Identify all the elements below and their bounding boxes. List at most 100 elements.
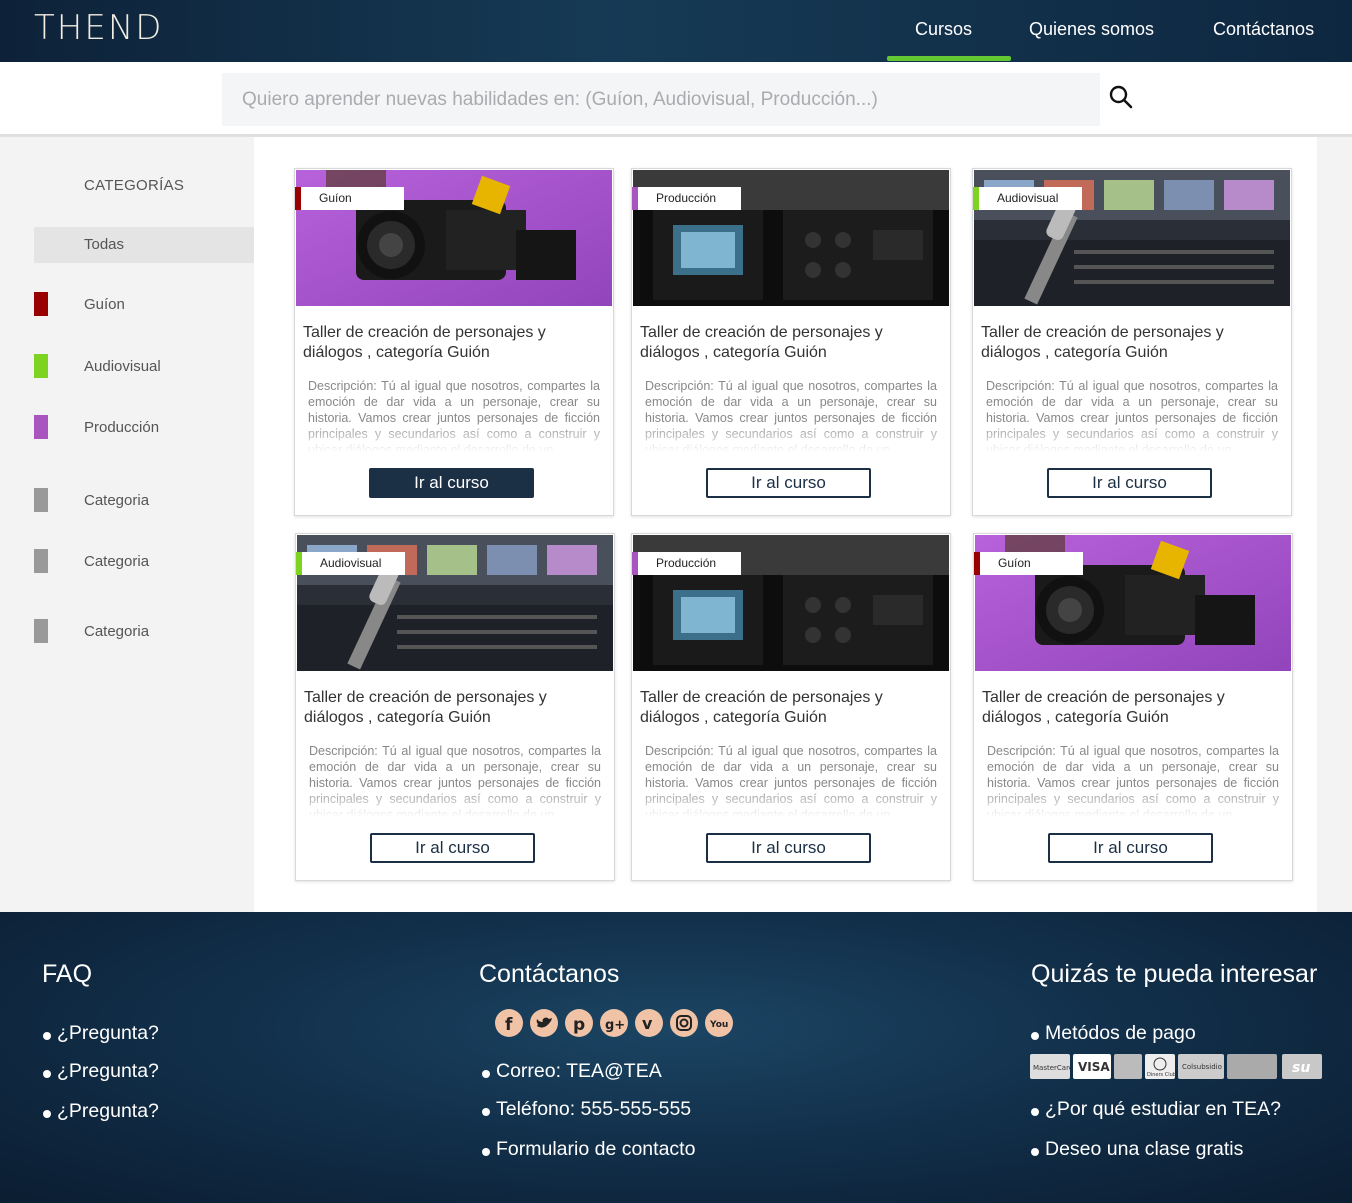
category-color-swatch — [34, 415, 48, 439]
go-to-course-button[interactable]: Ir al curso — [370, 833, 535, 863]
category-label: Categoria — [84, 623, 150, 640]
twitter-icon[interactable] — [530, 1009, 558, 1037]
course-card[interactable]: Guíon Taller de creación de personajes y … — [973, 533, 1293, 881]
contact-title: Contáctanos — [479, 960, 620, 988]
svg-text:p: p — [573, 1015, 585, 1035]
interest-title: Quizás te pueda interesar — [1031, 960, 1318, 988]
category-color-swatch — [34, 354, 48, 378]
category-guion[interactable]: Guíon — [0, 292, 254, 328]
category-tag-color — [632, 552, 638, 575]
category-tag: Guíon — [974, 552, 1083, 575]
codensa-logo — [1227, 1054, 1277, 1079]
visa-logo: VISA — [1073, 1054, 1111, 1079]
course-title[interactable]: Taller de creación de personajes y diálo… — [303, 323, 603, 363]
svg-text:v: v — [642, 1014, 653, 1033]
course-title[interactable]: Taller de creación de personajes y diálo… — [304, 688, 604, 728]
contact-form-link[interactable]: Formulario de contacto — [481, 1138, 695, 1161]
faq-title: FAQ — [42, 960, 93, 988]
course-title[interactable]: Taller de creación de personajes y diálo… — [982, 688, 1282, 728]
why-study-link[interactable]: ¿Por qué estudiar en TEA? — [1031, 1098, 1281, 1121]
category-sidebar: CATEGORÍAS Todas Guíon Audiovisual Produ… — [0, 137, 254, 912]
category-tag-color — [974, 552, 980, 575]
nav-quienes-somos[interactable]: Quienes somos — [1029, 19, 1154, 40]
contact-email[interactable]: Correo: TEA@TEA — [482, 1060, 662, 1083]
category-label: Producción — [84, 419, 160, 436]
go-to-course-button[interactable]: Ir al curso — [706, 468, 871, 498]
category-color-swatch — [34, 488, 48, 512]
faq-item[interactable]: ¿Pregunta? — [43, 1100, 159, 1123]
svg-text:su: su — [1292, 1060, 1310, 1076]
course-card[interactable]: Guíon Taller de creación de personajes y … — [294, 168, 614, 516]
contact-phone[interactable]: Teléfono: 555-555-555 — [481, 1098, 691, 1121]
google-plus-icon[interactable]: g+ — [600, 1009, 628, 1037]
course-card[interactable]: Producción Taller de creación de personaj… — [631, 533, 951, 881]
course-description: Descripción: Tú al igual que nosotros, c… — [987, 744, 1279, 817]
logo[interactable]: THEND — [34, 8, 163, 48]
category-audiovisual[interactable]: Audiovisual — [0, 354, 254, 390]
category-label: Categoria — [84, 553, 150, 570]
category-generic-3[interactable]: Categoria — [0, 619, 254, 655]
category-todas[interactable]: Todas — [34, 227, 254, 263]
facebook-icon[interactable]: f — [495, 1009, 523, 1037]
svg-text:f: f — [505, 1015, 513, 1035]
category-color-swatch — [34, 619, 48, 643]
nav-contactanos[interactable]: Contáctanos — [1213, 19, 1314, 40]
go-to-course-button[interactable]: Ir al curso — [369, 468, 534, 498]
go-to-course-button[interactable]: Ir al curso — [1047, 468, 1212, 498]
search-bar — [0, 62, 1352, 137]
category-produccion[interactable]: Producción — [0, 415, 254, 451]
nav-active-indicator — [887, 56, 1011, 61]
pinterest-icon[interactable]: p — [565, 1009, 593, 1037]
youtube-icon[interactable]: You — [705, 1009, 733, 1037]
search-input[interactable] — [222, 73, 1100, 126]
search-icon[interactable] — [1108, 84, 1134, 110]
course-title[interactable]: Taller de creación de personajes y diálo… — [640, 323, 940, 363]
category-generic-1[interactable]: Categoria — [0, 488, 254, 524]
category-tag-color — [973, 187, 979, 210]
category-tag-color — [295, 187, 301, 210]
category-tag-label: Audiovisual — [997, 191, 1059, 205]
course-title[interactable]: Taller de creación de personajes y diálo… — [640, 688, 940, 728]
go-to-course-button[interactable]: Ir al curso — [706, 833, 871, 863]
course-description: Descripción: Tú al igual que nosotros, c… — [308, 379, 600, 452]
category-tag-label: Audiovisual — [320, 556, 382, 570]
amex-logo — [1114, 1054, 1142, 1079]
svg-text:Colsubsidio: Colsubsidio — [1182, 1063, 1222, 1071]
category-label: Todas — [84, 236, 125, 253]
colsubsidio-logo: Colsubsidio — [1178, 1054, 1224, 1079]
nav-cursos[interactable]: Cursos — [915, 19, 972, 40]
category-generic-2[interactable]: Categoria — [0, 549, 254, 585]
instagram-icon[interactable] — [670, 1009, 698, 1037]
go-to-course-button[interactable]: Ir al curso — [1048, 833, 1213, 863]
diners-club-logo: Diners Club — [1145, 1054, 1176, 1079]
mastercard-logo: MasterCard — [1030, 1054, 1073, 1079]
category-label: Categoria — [84, 492, 150, 509]
category-tag-color — [296, 552, 302, 575]
payment-methods-link[interactable]: Metódos de pago — [1031, 1022, 1196, 1045]
course-card[interactable]: Audiovisual Taller de creación de persona… — [972, 168, 1292, 516]
faq-item[interactable]: ¿Pregunta? — [43, 1022, 159, 1045]
free-class-link[interactable]: Deseo una clase gratis — [1030, 1138, 1243, 1161]
category-color-swatch — [34, 549, 48, 573]
course-description: Descripción: Tú al igual que nosotros, c… — [645, 744, 937, 817]
category-tag-label: Guíon — [319, 191, 352, 205]
category-tag: Audiovisual — [973, 187, 1082, 210]
svg-text:MasterCard: MasterCard — [1033, 1064, 1070, 1072]
category-color-swatch — [34, 292, 48, 316]
su-logo: su — [1282, 1054, 1322, 1079]
svg-text:VISA: VISA — [1078, 1060, 1110, 1074]
faq-item[interactable]: ¿Pregunta? — [43, 1060, 159, 1083]
category-tag: Guíon — [295, 187, 404, 210]
svg-text:Diners Club: Diners Club — [1147, 1072, 1175, 1078]
course-description: Descripción: Tú al igual que nosotros, c… — [309, 744, 601, 817]
right-gutter — [1317, 137, 1352, 912]
vimeo-icon[interactable]: v — [635, 1009, 663, 1037]
course-description: Descripción: Tú al igual que nosotros, c… — [645, 379, 937, 452]
category-label: Guíon — [84, 296, 125, 313]
course-card[interactable]: Audiovisual Taller de creación de persona… — [295, 533, 615, 881]
course-title[interactable]: Taller de creación de personajes y diálo… — [981, 323, 1281, 363]
category-label: Audiovisual — [84, 358, 161, 375]
category-tag-label: Producción — [656, 556, 717, 570]
course-card[interactable]: Producción Taller de creación de personaj… — [631, 168, 951, 516]
footer: FAQ ¿Pregunta? ¿Pregunta? ¿Pregunta? Con… — [0, 912, 1352, 1203]
